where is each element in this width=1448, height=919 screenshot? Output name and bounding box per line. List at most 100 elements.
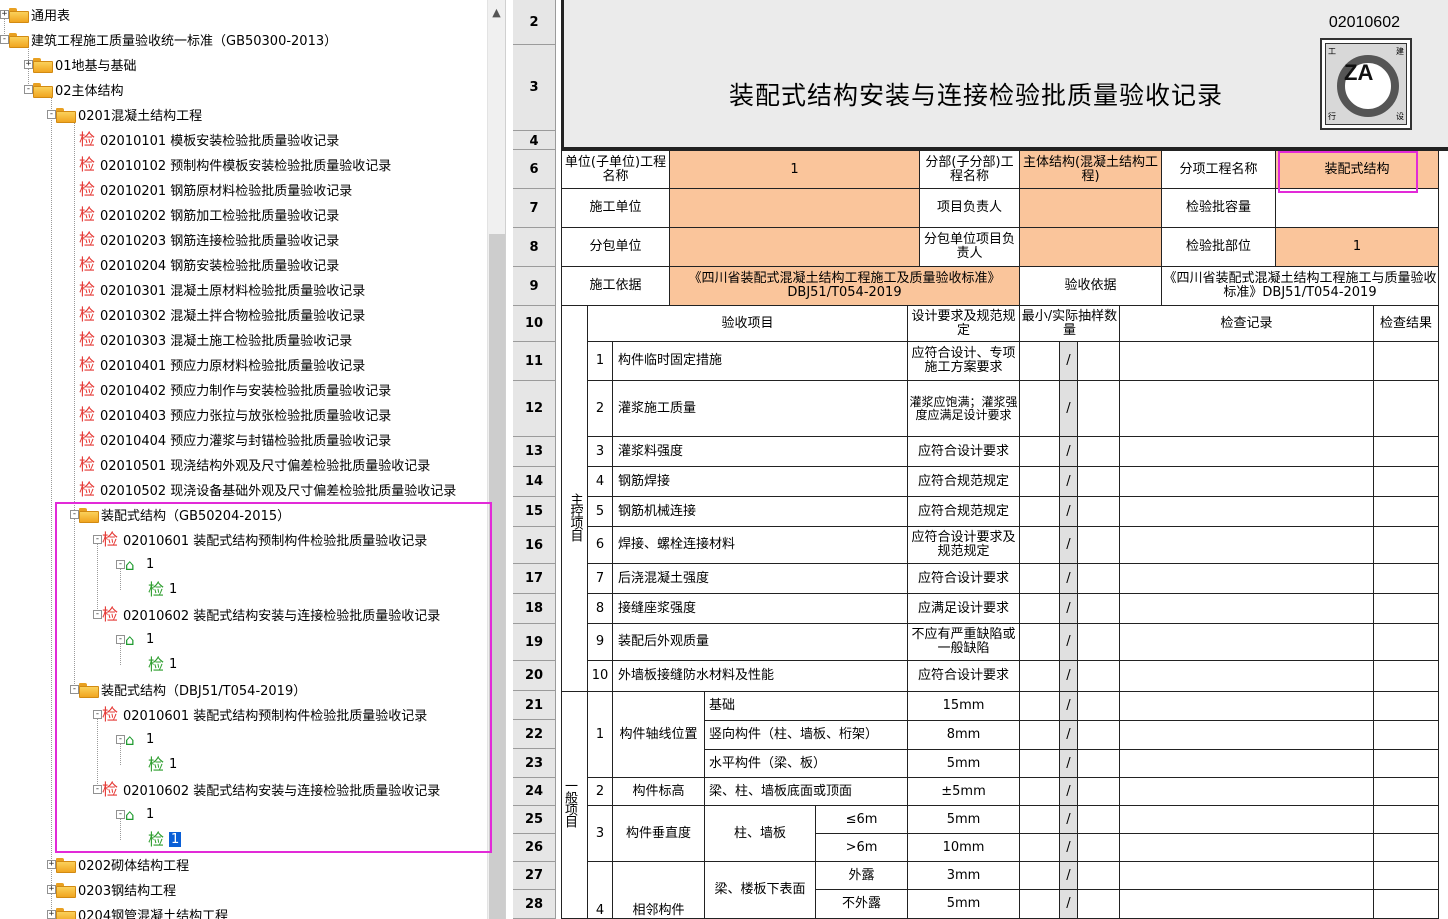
condition[interactable]: >6m bbox=[816, 834, 908, 862]
tree-node[interactable]: - 检 02010602 装配式结构安装与连接检验批质量验收记录 bbox=[93, 777, 440, 802]
sample-slash[interactable]: / bbox=[1060, 381, 1078, 437]
row-header[interactable]: 12 bbox=[513, 381, 556, 437]
tree-node[interactable]: 检1 bbox=[148, 752, 177, 777]
row-header[interactable]: 16 bbox=[513, 527, 556, 564]
sample-min[interactable] bbox=[1020, 661, 1060, 692]
sub-pm-value[interactable] bbox=[1020, 228, 1162, 267]
sample-slash[interactable]: / bbox=[1060, 564, 1078, 594]
sample-slash[interactable]: / bbox=[1060, 890, 1078, 919]
row-header[interactable]: 2 bbox=[513, 0, 556, 45]
tree-node[interactable]: - ⌂ 1 bbox=[116, 802, 154, 827]
sample-actual[interactable] bbox=[1078, 594, 1120, 624]
sample-actual[interactable] bbox=[1078, 806, 1120, 834]
collapse-icon[interactable]: - bbox=[70, 510, 79, 519]
item-number[interactable]: 3 bbox=[588, 806, 613, 862]
sample-min[interactable] bbox=[1020, 778, 1060, 806]
sample-slash[interactable]: / bbox=[1060, 497, 1078, 527]
result-cell[interactable] bbox=[1374, 624, 1439, 661]
tree-node[interactable]: - ⌂ 1 bbox=[116, 627, 154, 652]
sample-slash[interactable]: / bbox=[1060, 750, 1078, 778]
sample-actual[interactable] bbox=[1078, 834, 1120, 862]
item-name[interactable]: 构件标高 bbox=[613, 778, 705, 806]
item-number[interactable]: 6 bbox=[588, 527, 613, 564]
item-name[interactable]: 构件垂直度 bbox=[613, 806, 705, 862]
sample-min[interactable] bbox=[1020, 437, 1060, 467]
tree-node[interactable]: 检 02010204 钢筋安装检验批质量验收记录 bbox=[79, 252, 339, 277]
sample-slash[interactable]: / bbox=[1060, 594, 1078, 624]
row-header[interactable]: 10 bbox=[513, 306, 556, 342]
item-name[interactable]: 后浇混凝土强度 bbox=[613, 564, 908, 594]
sample-min[interactable] bbox=[1020, 594, 1060, 624]
result-cell[interactable] bbox=[1374, 497, 1439, 527]
row-header[interactable]: 14 bbox=[513, 467, 556, 497]
item-requirement[interactable]: 应符合设计要求 bbox=[908, 437, 1020, 467]
capacity-value[interactable] bbox=[1276, 189, 1439, 228]
item-requirement[interactable]: 灌浆应饱满；灌浆强度应满足设计要求 bbox=[908, 381, 1020, 437]
tree-node[interactable]: +01地基与基础 bbox=[24, 52, 137, 77]
condition[interactable]: 不外露 bbox=[816, 890, 908, 919]
sample-min[interactable] bbox=[1020, 381, 1060, 437]
record-cell[interactable] bbox=[1120, 721, 1374, 750]
tree-node[interactable]: 检1 bbox=[148, 827, 182, 852]
item-name[interactable]: 装配后外观质量 bbox=[613, 624, 908, 661]
collapse-icon[interactable]: - bbox=[116, 560, 125, 569]
record-cell[interactable] bbox=[1120, 497, 1374, 527]
item-value[interactable]: 装配式结构 bbox=[1276, 151, 1439, 189]
collapse-icon[interactable]: - bbox=[116, 735, 125, 744]
item-requirement[interactable]: 应符合设计要求 bbox=[908, 661, 1020, 692]
row-header[interactable]: 21 bbox=[513, 691, 556, 720]
item-requirement[interactable]: 应符合设计要求及规范规定 bbox=[908, 527, 1020, 564]
item-number[interactable]: 1 bbox=[588, 342, 613, 381]
row-header[interactable]: 15 bbox=[513, 497, 556, 527]
condition[interactable]: ≤6m bbox=[816, 806, 908, 834]
tree-node[interactable]: 检 02010402 预应力制作与安装检验批质量验收记录 bbox=[79, 377, 391, 402]
row-header[interactable]: 26 bbox=[513, 834, 556, 862]
item-number[interactable]: 2 bbox=[588, 381, 613, 437]
row-header[interactable]: 3 bbox=[513, 45, 556, 131]
pm-value[interactable] bbox=[1020, 189, 1162, 228]
row-header[interactable]: 18 bbox=[513, 594, 556, 624]
result-cell[interactable] bbox=[1374, 381, 1439, 437]
row-header[interactable]: 28 bbox=[513, 890, 556, 919]
sub-item[interactable]: 梁、楼板下表面 bbox=[705, 862, 816, 919]
tree-node[interactable]: +0202砌体结构工程 bbox=[47, 852, 189, 877]
sample-actual[interactable] bbox=[1078, 497, 1120, 527]
result-cell[interactable] bbox=[1374, 862, 1439, 890]
general-label[interactable]: 一般项目 bbox=[562, 692, 588, 919]
main-control-label[interactable]: 主控项目 bbox=[562, 342, 588, 692]
record-cell[interactable] bbox=[1120, 527, 1374, 564]
sample-min[interactable] bbox=[1020, 342, 1060, 381]
sample-actual[interactable] bbox=[1078, 564, 1120, 594]
row-header[interactable]: 4 bbox=[513, 131, 556, 150]
tree-node[interactable]: 检 02010101 模板安装检验批质量验收记录 bbox=[79, 127, 339, 152]
tree-node[interactable]: 检 02010401 预应力原材料检验批质量验收记录 bbox=[79, 352, 365, 377]
sample-slash[interactable]: / bbox=[1060, 661, 1078, 692]
tree-node[interactable]: - ⌂ 1 bbox=[116, 552, 154, 577]
sample-slash[interactable]: / bbox=[1060, 778, 1078, 806]
sample-min[interactable] bbox=[1020, 527, 1060, 564]
capacity-label[interactable]: 检验批容量 bbox=[1162, 189, 1276, 228]
tree-node[interactable]: 检 02010303 混凝土施工检验批质量验收记录 bbox=[79, 327, 352, 352]
constructor-label[interactable]: 施工单位 bbox=[562, 189, 670, 228]
item-name[interactable]: 焊接、螺栓连接材料 bbox=[613, 527, 908, 564]
sub-item[interactable]: 柱、墙板 bbox=[705, 806, 816, 862]
record-cell[interactable] bbox=[1120, 862, 1374, 890]
condition[interactable]: 外露 bbox=[816, 862, 908, 890]
record-cell[interactable] bbox=[1120, 661, 1374, 692]
item-name[interactable]: 外墙板接缝防水材料及性能 bbox=[613, 661, 908, 692]
result-cell[interactable] bbox=[1374, 834, 1439, 862]
sample-min[interactable] bbox=[1020, 467, 1060, 497]
tolerance-value[interactable]: 5mm bbox=[908, 750, 1020, 778]
sample-min[interactable] bbox=[1020, 564, 1060, 594]
sample-actual[interactable] bbox=[1078, 890, 1120, 919]
row-header[interactable]: 7 bbox=[513, 189, 556, 228]
tree-node[interactable]: 检 02010302 混凝土拌合物检验批质量验收记录 bbox=[79, 302, 365, 327]
expand-icon[interactable]: + bbox=[47, 860, 56, 869]
header-record[interactable]: 检查记录 bbox=[1120, 306, 1374, 342]
unit-label[interactable]: 单位(子单位)工程名称 bbox=[562, 151, 670, 189]
item-name[interactable]: 接缝座浆强度 bbox=[613, 594, 908, 624]
tree-node[interactable]: 检1 bbox=[148, 577, 177, 602]
item-number[interactable]: 9 bbox=[588, 624, 613, 661]
sample-min[interactable] bbox=[1020, 862, 1060, 890]
collapse-icon[interactable]: - bbox=[116, 810, 125, 819]
